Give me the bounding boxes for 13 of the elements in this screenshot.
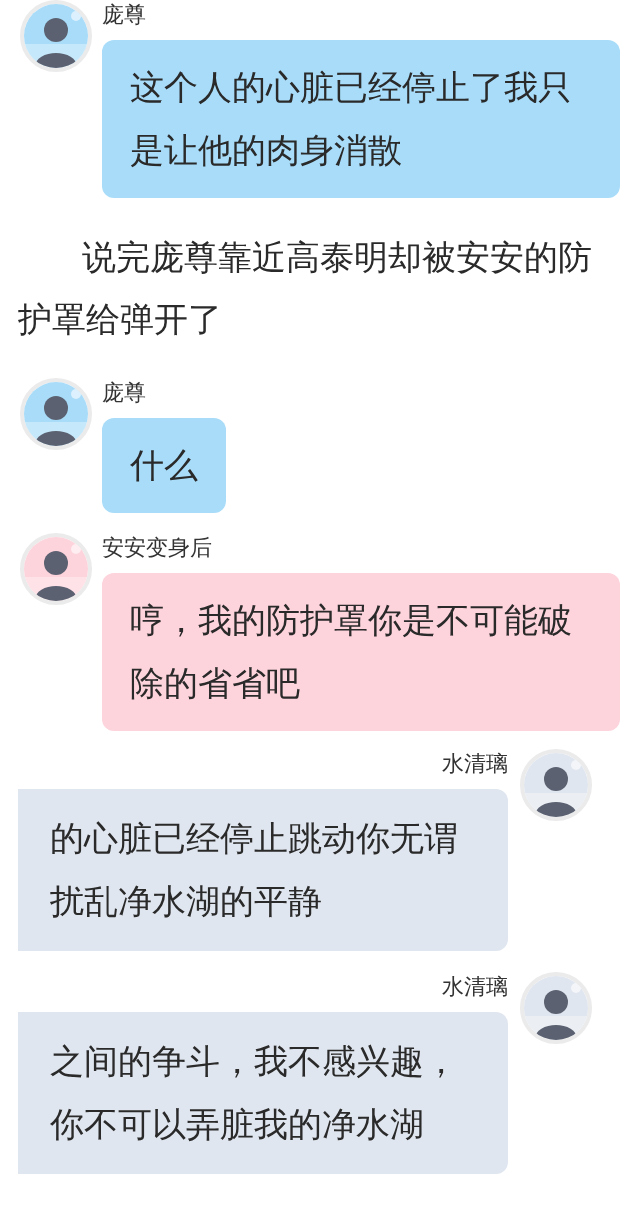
narration-text: 说完庞尊靠近高泰明却被安安的防护罩给弹开了	[18, 236, 593, 341]
message-text: 什么	[130, 445, 198, 485]
sender-name: 水清璃	[442, 750, 508, 778]
message-text: 你不可以弄脏我的净水湖	[50, 1103, 425, 1146]
message-text: 哼，我的防护罩你是不可能破除的省省吧	[130, 600, 572, 703]
sender-name: 庞尊	[102, 1, 146, 29]
sender-name: 庞尊	[102, 379, 146, 407]
sender-name: 水清璃	[442, 973, 508, 1001]
message-text: 的心脏已经停止跳动你无谓	[50, 817, 459, 860]
message-text: 扰乱净水湖的平静	[50, 880, 323, 923]
message-text: 之间的争斗，我不感兴趣，	[50, 1040, 459, 1083]
message-text: 这个人的心脏已经停止了我只是让他的肉身消散	[130, 67, 572, 170]
sender-name: 安安变身后	[102, 534, 212, 562]
